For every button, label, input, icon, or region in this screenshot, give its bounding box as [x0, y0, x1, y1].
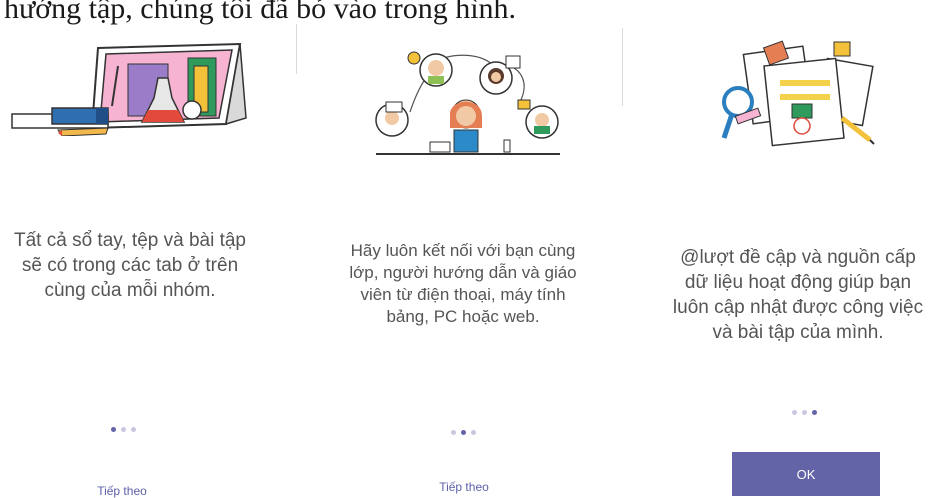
- description-line: @lượt đề cập và nguồn cấp: [680, 247, 916, 268]
- description-line: cùng của mỗi nhóm.: [44, 280, 216, 301]
- panel-2-description: Hãy luôn kết nối với bạn cùng lớp, người…: [332, 240, 594, 328]
- page-indicator: [451, 430, 476, 435]
- ok-button[interactable]: OK: [732, 452, 880, 496]
- description-line: bảng, PC hoặc web.: [386, 307, 540, 326]
- description-line: và bài tập của mình.: [712, 322, 884, 343]
- page-indicator: [111, 427, 136, 432]
- cropped-top-text: hướng tập, chúng tôi đã bỏ vào trong hìn…: [4, 0, 517, 25]
- card-divider: [296, 24, 297, 74]
- tablet-supplies-illustration: [11, 42, 247, 136]
- page-dot: [451, 430, 456, 435]
- description-line: Hãy luôn kết nối với bạn cùng: [350, 241, 576, 260]
- page-dot: [802, 410, 807, 415]
- documents-magnifier-illustration: [721, 40, 875, 147]
- connected-people-illustration: [375, 51, 560, 155]
- description-line: viên từ điện thoại, máy tính: [360, 285, 566, 304]
- page-indicator: [792, 410, 817, 415]
- page-dot-active: [812, 410, 817, 415]
- panel-1-description: Tất cả sổ tay, tệp và bài tập sẽ có tron…: [0, 228, 260, 303]
- description-line: Tất cả sổ tay, tệp và bài tập: [14, 230, 246, 251]
- page-dot: [471, 430, 476, 435]
- description-line: luôn cập nhật được công việc: [672, 297, 924, 318]
- description-line: sẽ có trong các tab ở trên: [21, 255, 239, 276]
- page-dot-active: [111, 427, 116, 432]
- card-divider: [622, 28, 623, 106]
- next-button[interactable]: Tiếp theo: [404, 480, 524, 494]
- page-dot: [121, 427, 126, 432]
- description-line: lớp, người hướng dẫn và giáo: [349, 263, 577, 282]
- page-dot: [131, 427, 136, 432]
- page-dot: [792, 410, 797, 415]
- description-line: dữ liệu hoạt động giúp bạn: [684, 272, 912, 293]
- panel-3-description: @lượt đề cập và nguồn cấp dữ liệu hoạt đ…: [658, 245, 938, 345]
- page-dot-active: [461, 430, 466, 435]
